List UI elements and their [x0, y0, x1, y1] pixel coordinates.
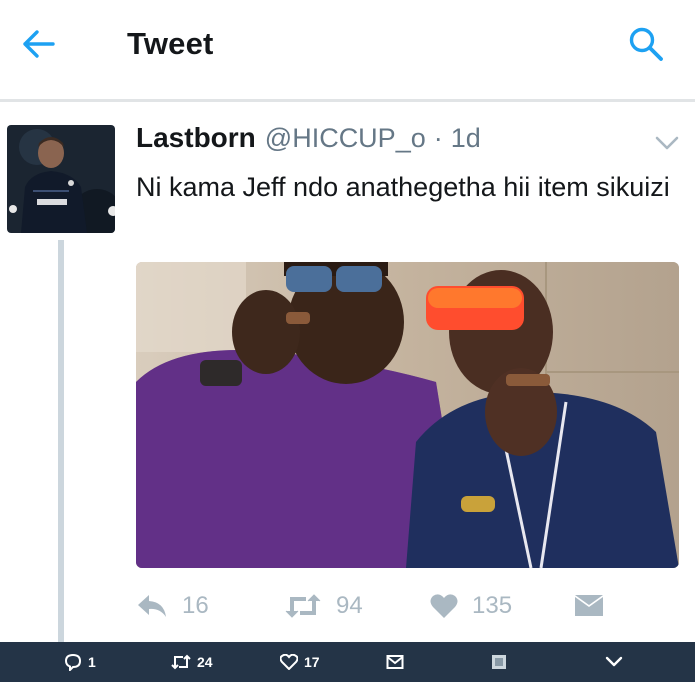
- retweet-icon: [285, 594, 321, 618]
- tweet-header: Lastborn @HICCUP_o · 1d: [136, 122, 481, 158]
- comment-icon: [64, 653, 82, 671]
- like-count: 135: [472, 592, 513, 619]
- reply-icon: [138, 595, 166, 617]
- tweet-text: Ni kama Jeff ndo anathegetha hii item si…: [136, 172, 670, 202]
- avatar[interactable]: [7, 125, 115, 233]
- like-button[interactable]: 135: [430, 586, 512, 626]
- envelope-icon: [386, 655, 404, 669]
- bottom-reply-count: 1: [88, 654, 96, 670]
- thread-line: [58, 240, 64, 642]
- bottom-like-count: 17: [304, 654, 320, 670]
- back-button[interactable]: [18, 26, 58, 62]
- user-handle[interactable]: @HICCUP_o: [265, 123, 426, 154]
- separator-dot: ·: [433, 123, 443, 153]
- reply-button[interactable]: 16: [136, 586, 209, 626]
- bottom-message-button[interactable]: [386, 642, 404, 682]
- display-name[interactable]: Lastborn: [136, 122, 256, 154]
- bottom-more-button[interactable]: [605, 642, 623, 682]
- search-button[interactable]: [624, 24, 668, 64]
- retweet-button[interactable]: 94: [284, 586, 363, 626]
- envelope-icon: [575, 595, 603, 616]
- reply-count: 16: [182, 592, 209, 619]
- bottom-action-bar: 1 24 17: [0, 642, 695, 682]
- heart-icon: [280, 654, 298, 670]
- page-title: Tweet: [127, 26, 214, 61]
- retweet-icon: [171, 654, 191, 670]
- search-icon: [629, 27, 663, 61]
- timestamp: 1d: [450, 123, 481, 153]
- chevron-down-icon: [605, 656, 623, 667]
- more-options-button[interactable]: [652, 131, 682, 155]
- back-arrow-icon: [23, 30, 55, 58]
- bottom-reply-button[interactable]: 1: [64, 642, 96, 682]
- retweet-count: 94: [336, 592, 363, 619]
- tweet-photo[interactable]: [136, 262, 679, 568]
- bottom-retweet-button[interactable]: 24: [171, 642, 213, 682]
- image-icon: [492, 655, 506, 669]
- tweet-actions: 16 94 135: [136, 586, 681, 626]
- direct-message-button[interactable]: [574, 586, 604, 626]
- top-bar: Tweet: [0, 0, 695, 100]
- chevron-down-icon: [655, 136, 679, 150]
- bottom-like-button[interactable]: 17: [280, 642, 320, 682]
- header-divider: [0, 99, 695, 102]
- bottom-retweet-count: 24: [197, 654, 213, 670]
- bottom-media-button[interactable]: [491, 642, 507, 682]
- heart-icon: [430, 594, 458, 618]
